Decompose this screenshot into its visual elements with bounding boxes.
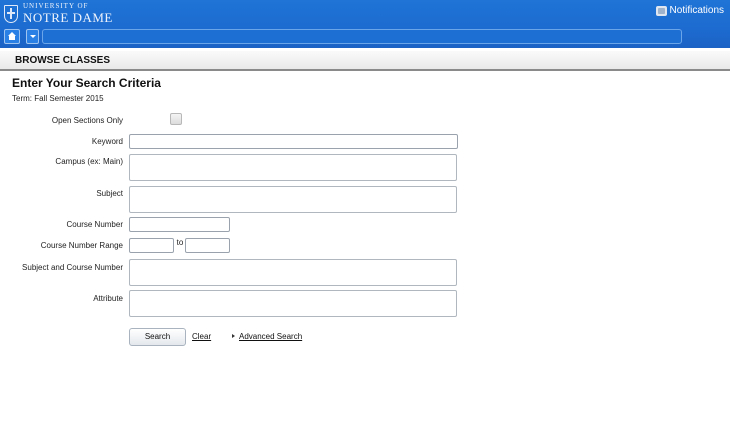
course-number-label: Course Number — [66, 220, 123, 229]
attribute-label: Attribute — [93, 294, 123, 303]
menu-dropdown-button[interactable] — [26, 29, 39, 44]
logo-line-1: UNIVERSITY OF — [23, 2, 89, 10]
campus-field[interactable] — [129, 154, 457, 181]
search-button[interactable]: Search — [129, 328, 186, 346]
section-title: BROWSE CLASSES — [15, 55, 111, 66]
keyword-label: Keyword — [91, 137, 123, 146]
open-sections-label: Open Sections Only — [51, 116, 123, 125]
notifications-button[interactable]: Notifications — [655, 5, 724, 16]
notifications-label: Notifications — [669, 5, 724, 16]
subject-label: Subject — [96, 189, 123, 198]
navigation-field[interactable] — [42, 29, 682, 44]
subject-course-field[interactable] — [129, 259, 457, 286]
triangle-right-icon — [232, 334, 235, 338]
section-header: BROWSE CLASSES — [0, 51, 730, 71]
keyword-input[interactable] — [129, 134, 458, 149]
clear-link[interactable]: Clear — [192, 332, 211, 341]
course-number-range-label: Course Number Range — [40, 241, 123, 250]
shield-icon — [4, 5, 18, 23]
subject-field[interactable] — [129, 186, 457, 213]
university-logo[interactable]: UNIVERSITY OF NOTRE DAME — [4, 3, 113, 29]
course-number-input[interactable] — [129, 217, 230, 232]
advanced-search-link[interactable]: Advanced Search — [239, 332, 302, 341]
page-title: Enter Your Search Criteria — [12, 76, 161, 90]
campus-label: Campus (ex: Main) — [55, 157, 123, 166]
home-button[interactable] — [4, 29, 20, 44]
logo-wordmark: UNIVERSITY OF NOTRE DAME — [23, 2, 113, 25]
logo-line-2: NOTRE DAME — [23, 10, 113, 25]
top-header: UNIVERSITY OF NOTRE DAME Notifications — [0, 0, 730, 48]
course-range-to-input[interactable] — [185, 238, 230, 253]
attribute-field[interactable] — [129, 290, 457, 317]
nav-bar — [0, 29, 730, 45]
open-sections-checkbox[interactable] — [170, 113, 182, 125]
range-to-label: to — [176, 238, 184, 247]
term-label: Term: Fall Semester 2015 — [12, 94, 104, 103]
course-range-from-input[interactable] — [129, 238, 174, 253]
subject-course-label: Subject and Course Number — [22, 263, 123, 272]
notification-icon — [655, 5, 667, 16]
